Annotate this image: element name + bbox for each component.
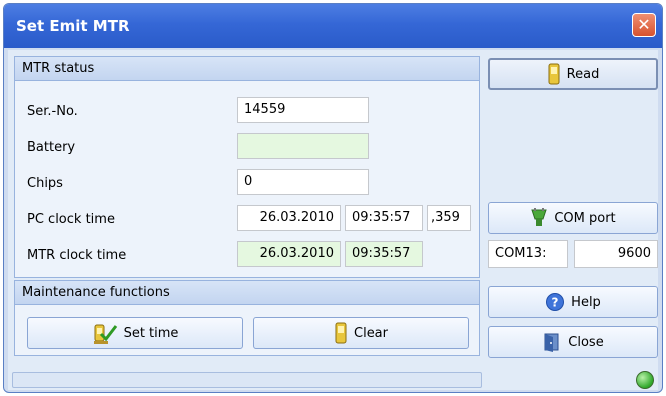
window-close-button[interactable]: ✕ bbox=[632, 13, 656, 37]
pc-clock-ms-field: ,359 bbox=[427, 205, 471, 231]
dialog-client-area: MTR status Ser.-No. 14559 Battery Chips … bbox=[8, 50, 658, 390]
mtr-status-header: MTR status bbox=[15, 57, 479, 81]
mtr-status-group: MTR status Ser.-No. 14559 Battery Chips … bbox=[14, 56, 480, 278]
progress-bar bbox=[12, 372, 482, 388]
baud-rate-field[interactable]: 9600 bbox=[574, 240, 658, 268]
plug-icon bbox=[530, 207, 548, 229]
pc-clock-label: PC clock time bbox=[27, 212, 115, 227]
pc-clock-date-field: 26.03.2010 bbox=[237, 205, 341, 231]
ser-no-label: Ser.-No. bbox=[27, 104, 78, 119]
clear-button[interactable]: Clear bbox=[253, 317, 469, 349]
set-time-button[interactable]: Set time bbox=[27, 317, 243, 349]
com-port-field[interactable]: COM13: bbox=[488, 240, 568, 268]
title-bar[interactable]: Set Emit MTR ✕ bbox=[4, 4, 662, 48]
status-bar bbox=[8, 370, 658, 390]
mtr-clock-label: MTR clock time bbox=[27, 248, 127, 263]
chips-label: Chips bbox=[27, 176, 63, 191]
set-time-label: Set time bbox=[123, 325, 179, 341]
ser-no-field: 14559 bbox=[237, 97, 369, 123]
close-icon: ✕ bbox=[637, 15, 651, 34]
read-label: Read bbox=[566, 66, 600, 82]
mtr-clock-time-field: 09:35:57 bbox=[345, 241, 423, 267]
battery-field bbox=[237, 133, 369, 159]
dialog-window: Set Emit MTR ✕ MTR status Ser.-No. 14559… bbox=[3, 3, 663, 393]
status-led-icon bbox=[636, 371, 654, 389]
window-title: Set Emit MTR bbox=[16, 17, 130, 35]
device-icon bbox=[547, 63, 561, 85]
chips-field: 0 bbox=[237, 169, 369, 195]
battery-label: Battery bbox=[27, 140, 76, 155]
com-port-button[interactable]: COM port bbox=[488, 202, 658, 234]
device-icon bbox=[334, 322, 348, 344]
com-port-label: COM port bbox=[554, 210, 616, 226]
svg-text:?: ? bbox=[552, 296, 559, 310]
help-button[interactable]: ? Help bbox=[488, 286, 658, 318]
maintenance-header: Maintenance functions bbox=[15, 281, 479, 305]
pc-clock-time-field: 09:35:57 bbox=[345, 205, 423, 231]
help-icon: ? bbox=[545, 292, 565, 312]
close-label: Close bbox=[568, 334, 604, 350]
maintenance-group: Maintenance functions Set time Clear bbox=[14, 280, 480, 356]
mtr-clock-date-field: 26.03.2010 bbox=[237, 241, 341, 267]
device-check-icon bbox=[92, 321, 118, 345]
exit-door-icon bbox=[542, 332, 562, 352]
close-button[interactable]: Close bbox=[488, 326, 658, 358]
read-button[interactable]: Read bbox=[488, 58, 658, 90]
help-label: Help bbox=[571, 294, 601, 310]
clear-label: Clear bbox=[354, 325, 388, 341]
